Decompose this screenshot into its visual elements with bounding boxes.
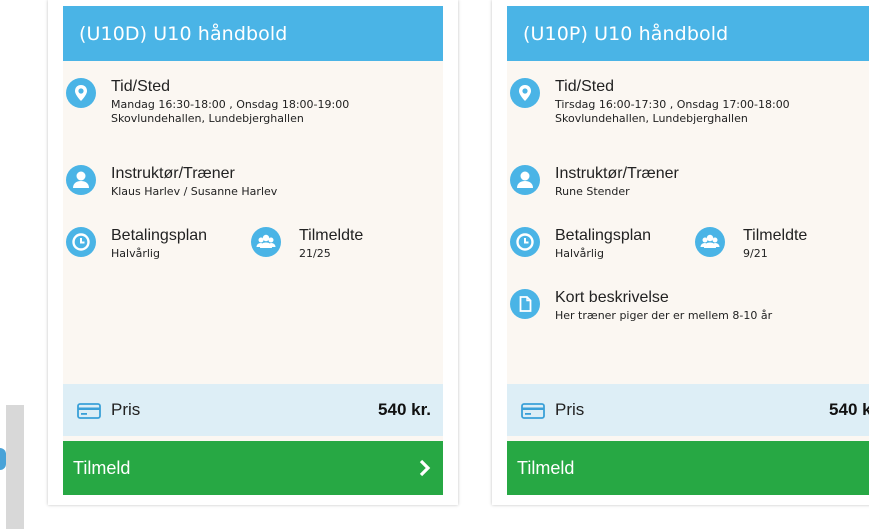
signup-label: Tilmeld [73, 458, 131, 478]
price-bar: Pris 540 kr. [63, 384, 443, 436]
card-title: (U10P) U10 håndbold [523, 23, 729, 45]
sidebar-fragment [6, 405, 24, 529]
price-label: Pris [111, 400, 141, 419]
time-place-label: Tid/Sted [111, 78, 170, 95]
clock-icon [510, 227, 540, 257]
user-icon [66, 165, 96, 195]
payment-label: Betalingsplan [111, 227, 208, 244]
enrolled-count: 9/21 [743, 247, 768, 260]
venue-text: Skovlundehallen, Lundebjerghallen [111, 112, 304, 125]
user-icon [510, 165, 540, 195]
description-text: Her træner piger der er mellem 8-10 år [555, 309, 773, 322]
enrolled-count: 21/25 [299, 247, 331, 260]
price-value: 540 kr. [829, 400, 869, 419]
instructor-name: Klaus Harlev / Susanne Harlev [111, 185, 278, 198]
chevron-right-icon [419, 459, 431, 477]
enrolled-label: Tilmeldte [299, 227, 364, 244]
location-pin-icon [510, 78, 540, 108]
venue-text: Skovlundehallen, Lundebjerghallen [555, 112, 748, 125]
payment-label: Betalingsplan [555, 227, 652, 244]
instructor-name: Rune Stender [555, 185, 630, 198]
schedule-text: Mandag 16:30-18:00 , Onsdag 18:00-19:00 [111, 98, 350, 111]
side-tab-fragment[interactable] [0, 448, 6, 470]
document-icon [510, 289, 540, 319]
signup-button[interactable]: Tilmeld [63, 441, 443, 495]
price-label: Pris [555, 400, 585, 419]
card-header: (U10P) U10 håndbold [507, 6, 869, 61]
instructor-label: Instruktør/Træner [111, 165, 235, 182]
card-body: (U10P) U10 håndbold Tid/Sted Tirsdag 16:… [507, 6, 869, 495]
activity-card: (U10D) U10 håndbold Tid/Sted Mandag 16:3… [48, 0, 458, 505]
price-value: 540 kr. [378, 400, 431, 419]
clock-icon [66, 227, 96, 257]
signup-label: Tilmeld [517, 458, 575, 478]
description-label: Kort beskrivelse [555, 289, 669, 306]
credit-card-icon [521, 403, 545, 419]
payment-value: Halvårlig [555, 247, 604, 260]
price-bar: Pris 540 kr. [507, 384, 869, 436]
card-body: (U10D) U10 håndbold Tid/Sted Mandag 16:3… [63, 6, 443, 495]
location-pin-icon [66, 78, 96, 108]
group-icon [695, 227, 725, 257]
card-title: (U10D) U10 håndbold [79, 23, 288, 45]
credit-card-icon [77, 403, 101, 419]
page-edge [0, 0, 26, 529]
time-place-label: Tid/Sted [555, 78, 614, 95]
signup-button[interactable]: Tilmeld [507, 441, 869, 495]
group-icon [251, 227, 281, 257]
enrolled-label: Tilmeldte [743, 227, 808, 244]
activity-card: (U10P) U10 håndbold Tid/Sted Tirsdag 16:… [492, 0, 869, 505]
schedule-text: Tirsdag 16:00-17:30 , Onsdag 17:00-18:00 [555, 98, 790, 111]
payment-value: Halvårlig [111, 247, 160, 260]
card-header: (U10D) U10 håndbold [63, 6, 443, 61]
instructor-label: Instruktør/Træner [555, 165, 679, 182]
